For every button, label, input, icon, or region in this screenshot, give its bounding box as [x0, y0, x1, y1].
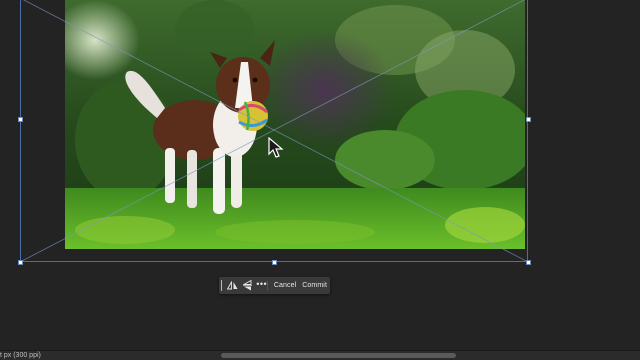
taskbar-drag-handle[interactable]: [221, 280, 223, 291]
flip-vertical-icon: [242, 280, 252, 291]
transform-handle-bottom-right[interactable]: [526, 260, 531, 265]
status-bar: t px (300 ppi): [0, 350, 640, 360]
document-info-text[interactable]: t px (300 ppi): [0, 351, 41, 360]
transform-handle-bottom-left[interactable]: [18, 260, 23, 265]
flip-vertical-button[interactable]: [242, 279, 252, 292]
cancel-button[interactable]: Cancel: [271, 279, 299, 292]
horizontal-scrollbar-thumb[interactable]: [221, 353, 456, 358]
taskbar-divider: [267, 281, 268, 290]
flip-horizontal-icon: [227, 281, 238, 290]
arrow-cursor-icon: [268, 137, 284, 158]
dog-photo[interactable]: [65, 0, 525, 249]
more-options-button[interactable]: •••: [256, 278, 267, 291]
transform-handle-middle-right[interactable]: [526, 117, 531, 122]
horizontal-scrollbar[interactable]: [215, 353, 465, 358]
transform-handle-bottom-center[interactable]: [272, 260, 277, 265]
canvas-area[interactable]: ••• Cancel Commit: [0, 0, 640, 350]
contextual-task-bar: ••• Cancel Commit: [219, 277, 330, 294]
flip-horizontal-button[interactable]: [227, 279, 238, 292]
commit-button[interactable]: Commit: [299, 279, 330, 292]
transform-handle-middle-left[interactable]: [18, 117, 23, 122]
